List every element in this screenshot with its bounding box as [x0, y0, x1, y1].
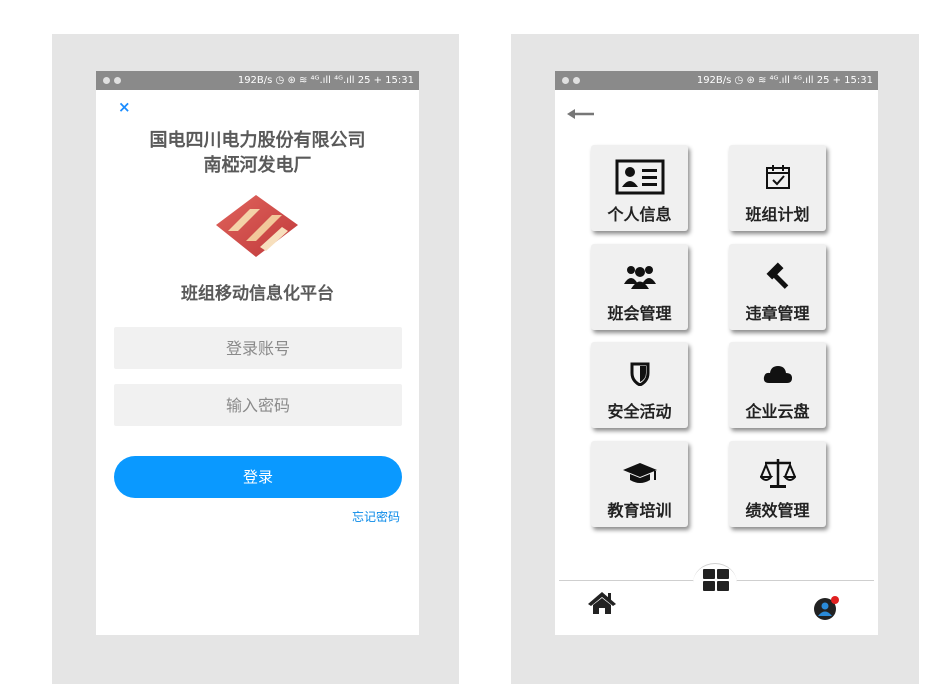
chat-icon [114, 77, 121, 84]
tile-education-training[interactable]: 教育培训 [591, 441, 688, 527]
tile-label: 个人信息 [607, 205, 672, 224]
status-bar: 192B/s ◷ ⊛ ≋ ⁴ᴳ.ıll ⁴ᴳ.ıll 25 + 15:31 [96, 71, 419, 90]
plant-name: 南椏河发电厂 [203, 155, 312, 176]
login-button[interactable]: 登录 [114, 456, 402, 498]
company-logo-icon [216, 195, 298, 257]
gavel-icon [766, 262, 788, 289]
tile-label: 违章管理 [745, 304, 810, 323]
tile-performance-management[interactable]: 绩效管理 [729, 441, 826, 527]
cloud-icon [763, 366, 792, 383]
company-name: 国电四川电力股份有限公司 [149, 130, 366, 151]
grid-icon[interactable] [703, 569, 729, 593]
calendar-check-icon [765, 165, 790, 189]
tile-team-plan[interactable]: 班组计划 [729, 145, 826, 231]
status-bar: 192B/s ◷ ⊛ ≋ ⁴ᴳ.ıll ⁴ᴳ.ıll 25 + 15:31 [555, 71, 878, 90]
close-icon[interactable]: × [118, 100, 131, 115]
account-input[interactable] [114, 327, 402, 369]
shield-icon [630, 362, 649, 386]
tile-label: 班组计划 [745, 205, 810, 224]
notification-icons [562, 71, 580, 90]
password-input[interactable] [114, 384, 402, 426]
forgot-password-link[interactable]: 忘记密码 [352, 508, 400, 525]
tile-meeting-management[interactable]: 班会管理 [591, 244, 688, 330]
graduation-cap-icon [622, 463, 657, 483]
home-icon[interactable] [587, 591, 617, 615]
left-phone-frame: 192B/s ◷ ⊛ ≋ ⁴ᴳ.ıll ⁴ᴳ.ıll 25 + 15:31 × … [52, 34, 459, 684]
tile-label: 企业云盘 [745, 402, 810, 421]
right-phone-frame: 192B/s ◷ ⊛ ≋ ⁴ᴳ.ıll ⁴ᴳ.ıll 25 + 15:31 个人… [511, 34, 919, 684]
menu-screen: 192B/s ◷ ⊛ ≋ ⁴ᴳ.ıll ⁴ᴳ.ıll 25 + 15:31 个人… [555, 71, 878, 635]
back-arrow-icon[interactable] [567, 108, 595, 120]
platform-title: 班组移动信息化平台 [181, 284, 334, 304]
status-text: 192B/s ◷ ⊛ ≋ ⁴ᴳ.ıll ⁴ᴳ.ıll 25 + 15:31 [237, 75, 414, 86]
notification-icons [103, 71, 121, 90]
chat-icon [573, 77, 580, 84]
user-avatar-icon[interactable] [813, 595, 841, 621]
balance-scale-icon [759, 459, 796, 488]
id-card-icon [615, 159, 664, 195]
tile-label: 安全活动 [607, 402, 672, 421]
tile-label: 绩效管理 [745, 501, 810, 520]
users-icon [623, 266, 656, 289]
tile-enterprise-cloud[interactable]: 企业云盘 [729, 342, 826, 428]
login-screen: 192B/s ◷ ⊛ ≋ ⁴ᴳ.ıll ⁴ᴳ.ıll 25 + 15:31 × … [96, 71, 419, 635]
tile-label: 班会管理 [607, 304, 672, 323]
tile-label: 教育培训 [607, 501, 672, 520]
notification-icon [103, 77, 110, 84]
tile-safety-activity[interactable]: 安全活动 [591, 342, 688, 428]
tile-violation-management[interactable]: 违章管理 [729, 244, 826, 330]
status-text: 192B/s ◷ ⊛ ≋ ⁴ᴳ.ıll ⁴ᴳ.ıll 25 + 15:31 [696, 75, 873, 86]
tile-personal-info[interactable]: 个人信息 [591, 145, 688, 231]
notification-icon [562, 77, 569, 84]
